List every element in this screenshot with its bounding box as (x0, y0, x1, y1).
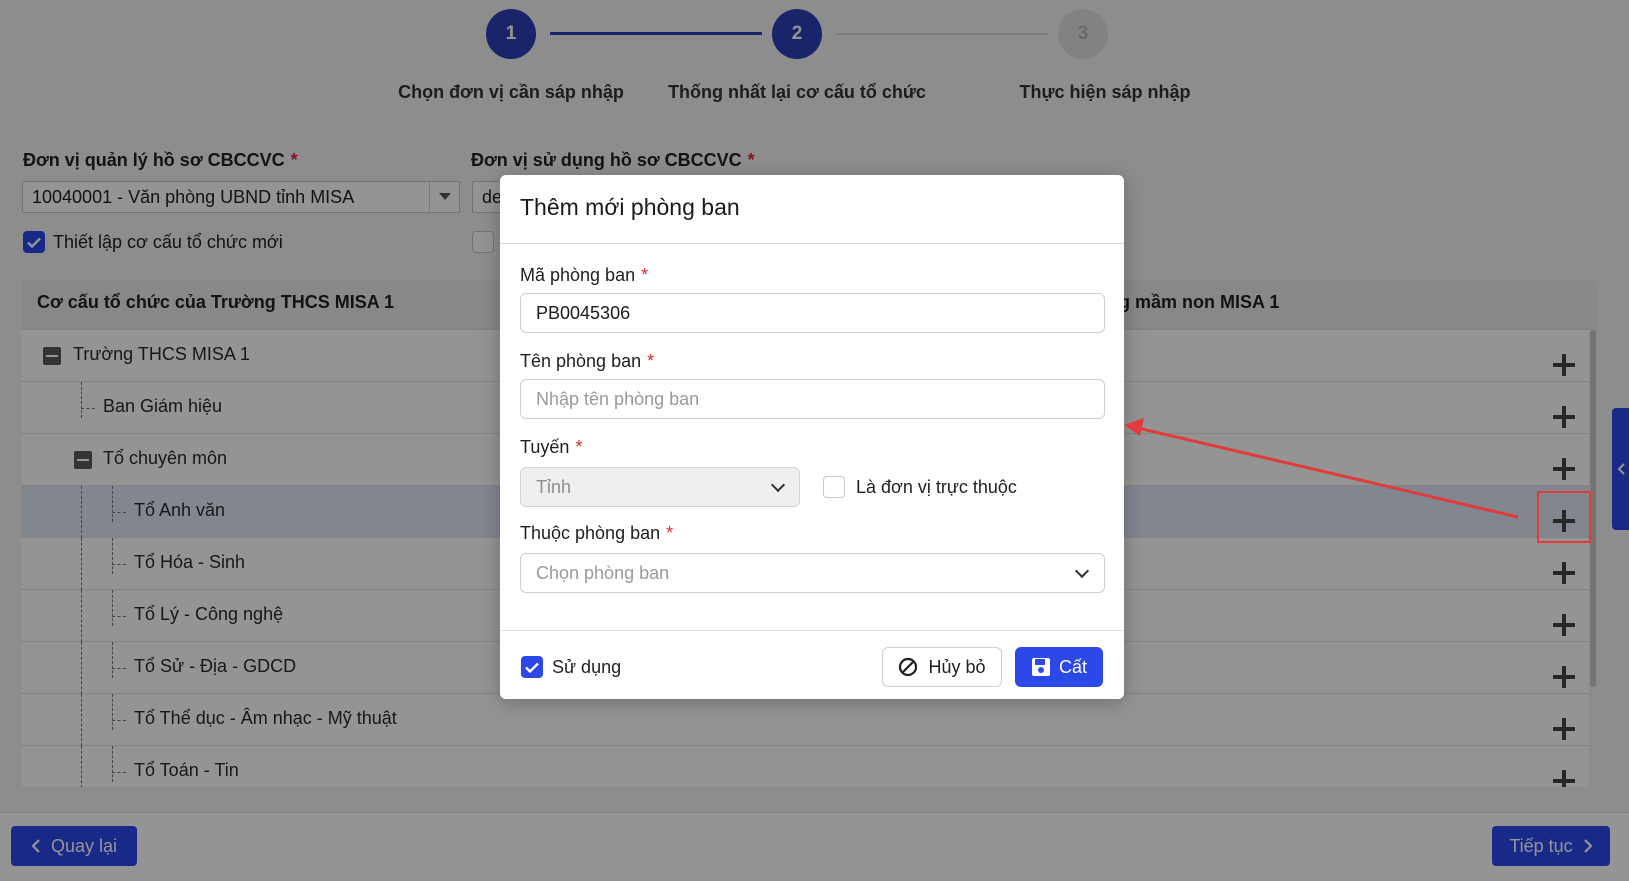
dialog-footer: Sử dụng Hủy bỏ Cất (500, 630, 1124, 699)
cancel-label: Hủy bỏ (928, 656, 986, 677)
code-label: Mã phòng ban * (520, 265, 649, 285)
add-department-dialog: Thêm mới phòng ban Mã phòng ban * PB00453… (500, 175, 1124, 699)
tier-label: Tuyến * (520, 437, 583, 457)
dialog-title: Thêm mới phòng ban (520, 194, 740, 220)
department-name-input[interactable]: Nhập tên phòng ban (520, 379, 1105, 419)
save-label: Cất (1058, 656, 1087, 677)
parent-department-select[interactable]: Chọn phòng ban (520, 553, 1105, 593)
chevron-down-icon (770, 477, 786, 493)
department-code-input[interactable]: PB0045306 (520, 293, 1105, 333)
parent-label: Thuộc phòng ban * (520, 523, 674, 543)
parent-placeholder: Chọn phòng ban (536, 563, 670, 583)
dialog-divider (500, 243, 1124, 244)
tier-value: Tỉnh (536, 477, 572, 497)
floppy-disk-icon (1031, 658, 1050, 676)
subunit-label: Là đơn vị trực thuộc (856, 477, 1017, 497)
subunit-checkbox[interactable] (823, 476, 845, 498)
tier-select[interactable]: Tỉnh (520, 467, 800, 507)
in-use-checkbox[interactable] (521, 656, 543, 678)
save-button[interactable]: Cất (1015, 647, 1103, 687)
ban-icon (899, 657, 918, 677)
name-label: Tên phòng ban * (520, 351, 655, 371)
cancel-button[interactable]: Hủy bỏ (882, 647, 1002, 687)
in-use-label: Sử dụng (552, 657, 622, 677)
check-icon (525, 662, 539, 673)
annotation-highlight-box (1537, 491, 1591, 543)
chevron-down-icon (1074, 563, 1090, 579)
